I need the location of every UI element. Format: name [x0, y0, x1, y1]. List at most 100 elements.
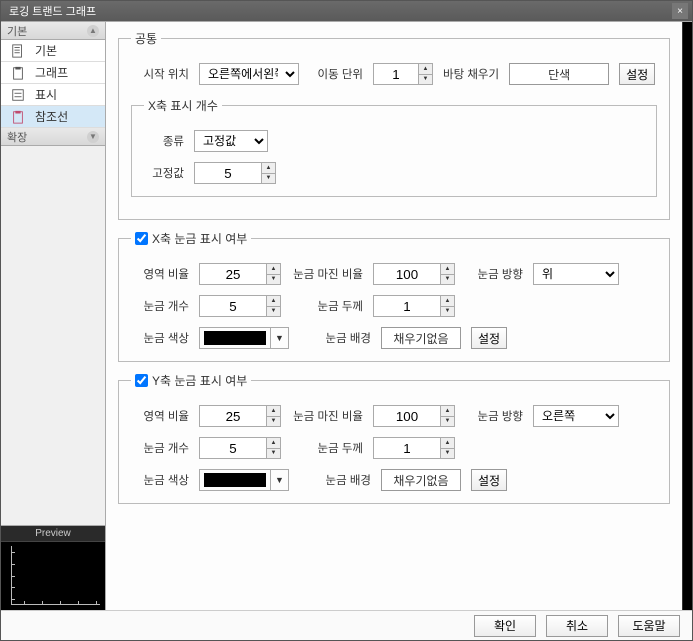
expand-down-icon[interactable]: ▼: [87, 131, 99, 143]
spin-down-icon[interactable]: ▼: [262, 174, 275, 184]
label-start-position: 시작 위치: [131, 66, 189, 82]
label-x-margin-ratio: 눈금 마진 비율: [291, 266, 363, 282]
color-swatch-icon: [204, 473, 266, 487]
dialog-footer: 확인 취소 도움말: [1, 610, 692, 640]
clipboard-icon: [11, 66, 25, 80]
label-x-bg: 눈금 배경: [299, 330, 371, 346]
dropdown-icon[interactable]: ▼: [270, 328, 288, 348]
display-bg-fill: 단색: [509, 63, 609, 85]
spin-up-icon[interactable]: ▲: [267, 406, 280, 417]
spinner-y-margin-ratio[interactable]: ▲▼: [373, 405, 455, 427]
spinner-x-margin-ratio[interactable]: ▲▼: [373, 263, 455, 285]
legend-common: 공통: [131, 30, 161, 47]
sidebar-item-refline[interactable]: 참조선: [1, 106, 105, 128]
label-y-thickness: 눈금 두께: [291, 440, 363, 456]
checkbox-x-graduation[interactable]: [135, 232, 148, 245]
label-y-direction: 눈금 방향: [465, 408, 523, 424]
select-y-direction[interactable]: 오른쪽: [533, 405, 619, 427]
window-title: 로깅 트랜드 그래프: [9, 3, 96, 19]
combo-x-color[interactable]: ▼: [199, 327, 289, 349]
spin-up-icon[interactable]: ▲: [267, 438, 280, 449]
sidebar-item-label: 그래프: [35, 64, 68, 81]
color-swatch-icon: [204, 331, 266, 345]
spinner-y-count[interactable]: ▲▼: [199, 437, 281, 459]
group-x-graduation: X축 눈금 표시 여부 영역 비율 ▲▼ 눈금 마진 비율 ▲▼ 눈금 방향 위…: [118, 230, 670, 362]
label-y-area-ratio: 영역 비율: [131, 408, 189, 424]
label-y-bg: 눈금 배경: [299, 472, 371, 488]
spin-down-icon[interactable]: ▼: [267, 449, 280, 459]
spin-up-icon[interactable]: ▲: [419, 64, 432, 75]
close-icon[interactable]: ×: [672, 3, 688, 19]
legend-y-graduation[interactable]: Y축 눈금 표시 여부: [135, 372, 247, 389]
select-xcount-type[interactable]: 고정값: [194, 130, 268, 152]
label-x-thickness: 눈금 두께: [291, 298, 363, 314]
checkbox-y-graduation[interactable]: [135, 374, 148, 387]
combo-y-color[interactable]: ▼: [199, 469, 289, 491]
label-x-direction: 눈금 방향: [465, 266, 523, 282]
spin-down-icon[interactable]: ▼: [441, 449, 454, 459]
spinner-y-area-ratio[interactable]: ▲▼: [199, 405, 281, 427]
sidebar-item-label: 참조선: [35, 108, 68, 125]
select-x-direction[interactable]: 위: [533, 263, 619, 285]
sidebar-item-label: 기본: [35, 42, 57, 59]
spin-up-icon[interactable]: ▲: [441, 264, 454, 275]
button-y-bg-settings[interactable]: 설정: [471, 469, 507, 491]
label-x-count: 눈금 개수: [131, 298, 189, 314]
spin-up-icon[interactable]: ▲: [267, 264, 280, 275]
label-y-color: 눈금 색상: [131, 472, 189, 488]
spin-down-icon[interactable]: ▼: [441, 307, 454, 317]
select-start-position[interactable]: 오른쪽에서왼쪽: [199, 63, 299, 85]
spin-up-icon[interactable]: ▲: [262, 163, 275, 174]
label-x-area-ratio: 영역 비율: [131, 266, 189, 282]
list-icon: [11, 88, 25, 102]
sidebar-category-basic[interactable]: 기본 ▲: [1, 22, 105, 40]
sidebar-item-display[interactable]: 표시: [1, 84, 105, 106]
dropdown-icon[interactable]: ▼: [270, 470, 288, 490]
spin-down-icon[interactable]: ▼: [267, 417, 280, 427]
label-x-color: 눈금 색상: [131, 330, 189, 346]
sidebar-category-expand[interactable]: 확장 ▼: [1, 128, 105, 146]
legend-x-graduation[interactable]: X축 눈금 표시 여부: [135, 230, 247, 247]
preview-grid: [11, 546, 100, 605]
preview-label: Preview: [1, 526, 105, 542]
button-bg-fill-settings[interactable]: 설정: [619, 63, 655, 85]
display-x-bg: 채우기없음: [381, 327, 461, 349]
cancel-button[interactable]: 취소: [546, 615, 608, 637]
preview-panel: Preview: [1, 525, 105, 610]
spinner-x-area-ratio[interactable]: ▲▼: [199, 263, 281, 285]
label-type: 종류: [144, 133, 184, 149]
ok-button[interactable]: 확인: [474, 615, 536, 637]
spin-up-icon[interactable]: ▲: [441, 406, 454, 417]
help-button[interactable]: 도움말: [618, 615, 680, 637]
spin-up-icon[interactable]: ▲: [441, 296, 454, 307]
button-x-bg-settings[interactable]: 설정: [471, 327, 507, 349]
label-move-unit: 이동 단위: [309, 66, 363, 82]
titlebar: 로깅 트랜드 그래프 ×: [1, 1, 692, 21]
spin-down-icon[interactable]: ▼: [441, 275, 454, 285]
group-y-graduation: Y축 눈금 표시 여부 영역 비율 ▲▼ 눈금 마진 비율 ▲▼ 눈금 방향 오…: [118, 372, 670, 504]
spin-down-icon[interactable]: ▼: [419, 75, 432, 85]
label-y-count: 눈금 개수: [131, 440, 189, 456]
collapse-up-icon[interactable]: ▲: [87, 25, 99, 37]
spinner-y-thickness[interactable]: ▲▼: [373, 437, 455, 459]
sidebar: 기본 ▲ 기본 그래프 표시: [1, 22, 106, 610]
spinner-x-count[interactable]: ▲▼: [199, 295, 281, 317]
spin-up-icon[interactable]: ▲: [441, 438, 454, 449]
spin-down-icon[interactable]: ▼: [441, 417, 454, 427]
group-xaxis-count: X축 표시 개수 종류 고정값 고정값 ▲▼: [131, 97, 657, 197]
clipboard-icon: [11, 110, 25, 124]
spin-up-icon[interactable]: ▲: [267, 296, 280, 307]
background-edge: [682, 22, 692, 610]
sidebar-item-graph[interactable]: 그래프: [1, 62, 105, 84]
spinner-fixed-value[interactable]: ▲▼: [194, 162, 276, 184]
spinner-move-unit[interactable]: ▲▼: [373, 63, 433, 85]
spinner-x-thickness[interactable]: ▲▼: [373, 295, 455, 317]
spin-down-icon[interactable]: ▼: [267, 275, 280, 285]
label-y-margin-ratio: 눈금 마진 비율: [291, 408, 363, 424]
sidebar-item-basic[interactable]: 기본: [1, 40, 105, 62]
group-common: 공통 시작 위치 오른쪽에서왼쪽 이동 단위 ▲▼ 바탕 채우기 단색 설정 X…: [118, 30, 670, 220]
document-icon: [11, 44, 25, 58]
main-content: 공통 시작 위치 오른쪽에서왼쪽 이동 단위 ▲▼ 바탕 채우기 단색 설정 X…: [106, 22, 682, 610]
display-y-bg: 채우기없음: [381, 469, 461, 491]
spin-down-icon[interactable]: ▼: [267, 307, 280, 317]
